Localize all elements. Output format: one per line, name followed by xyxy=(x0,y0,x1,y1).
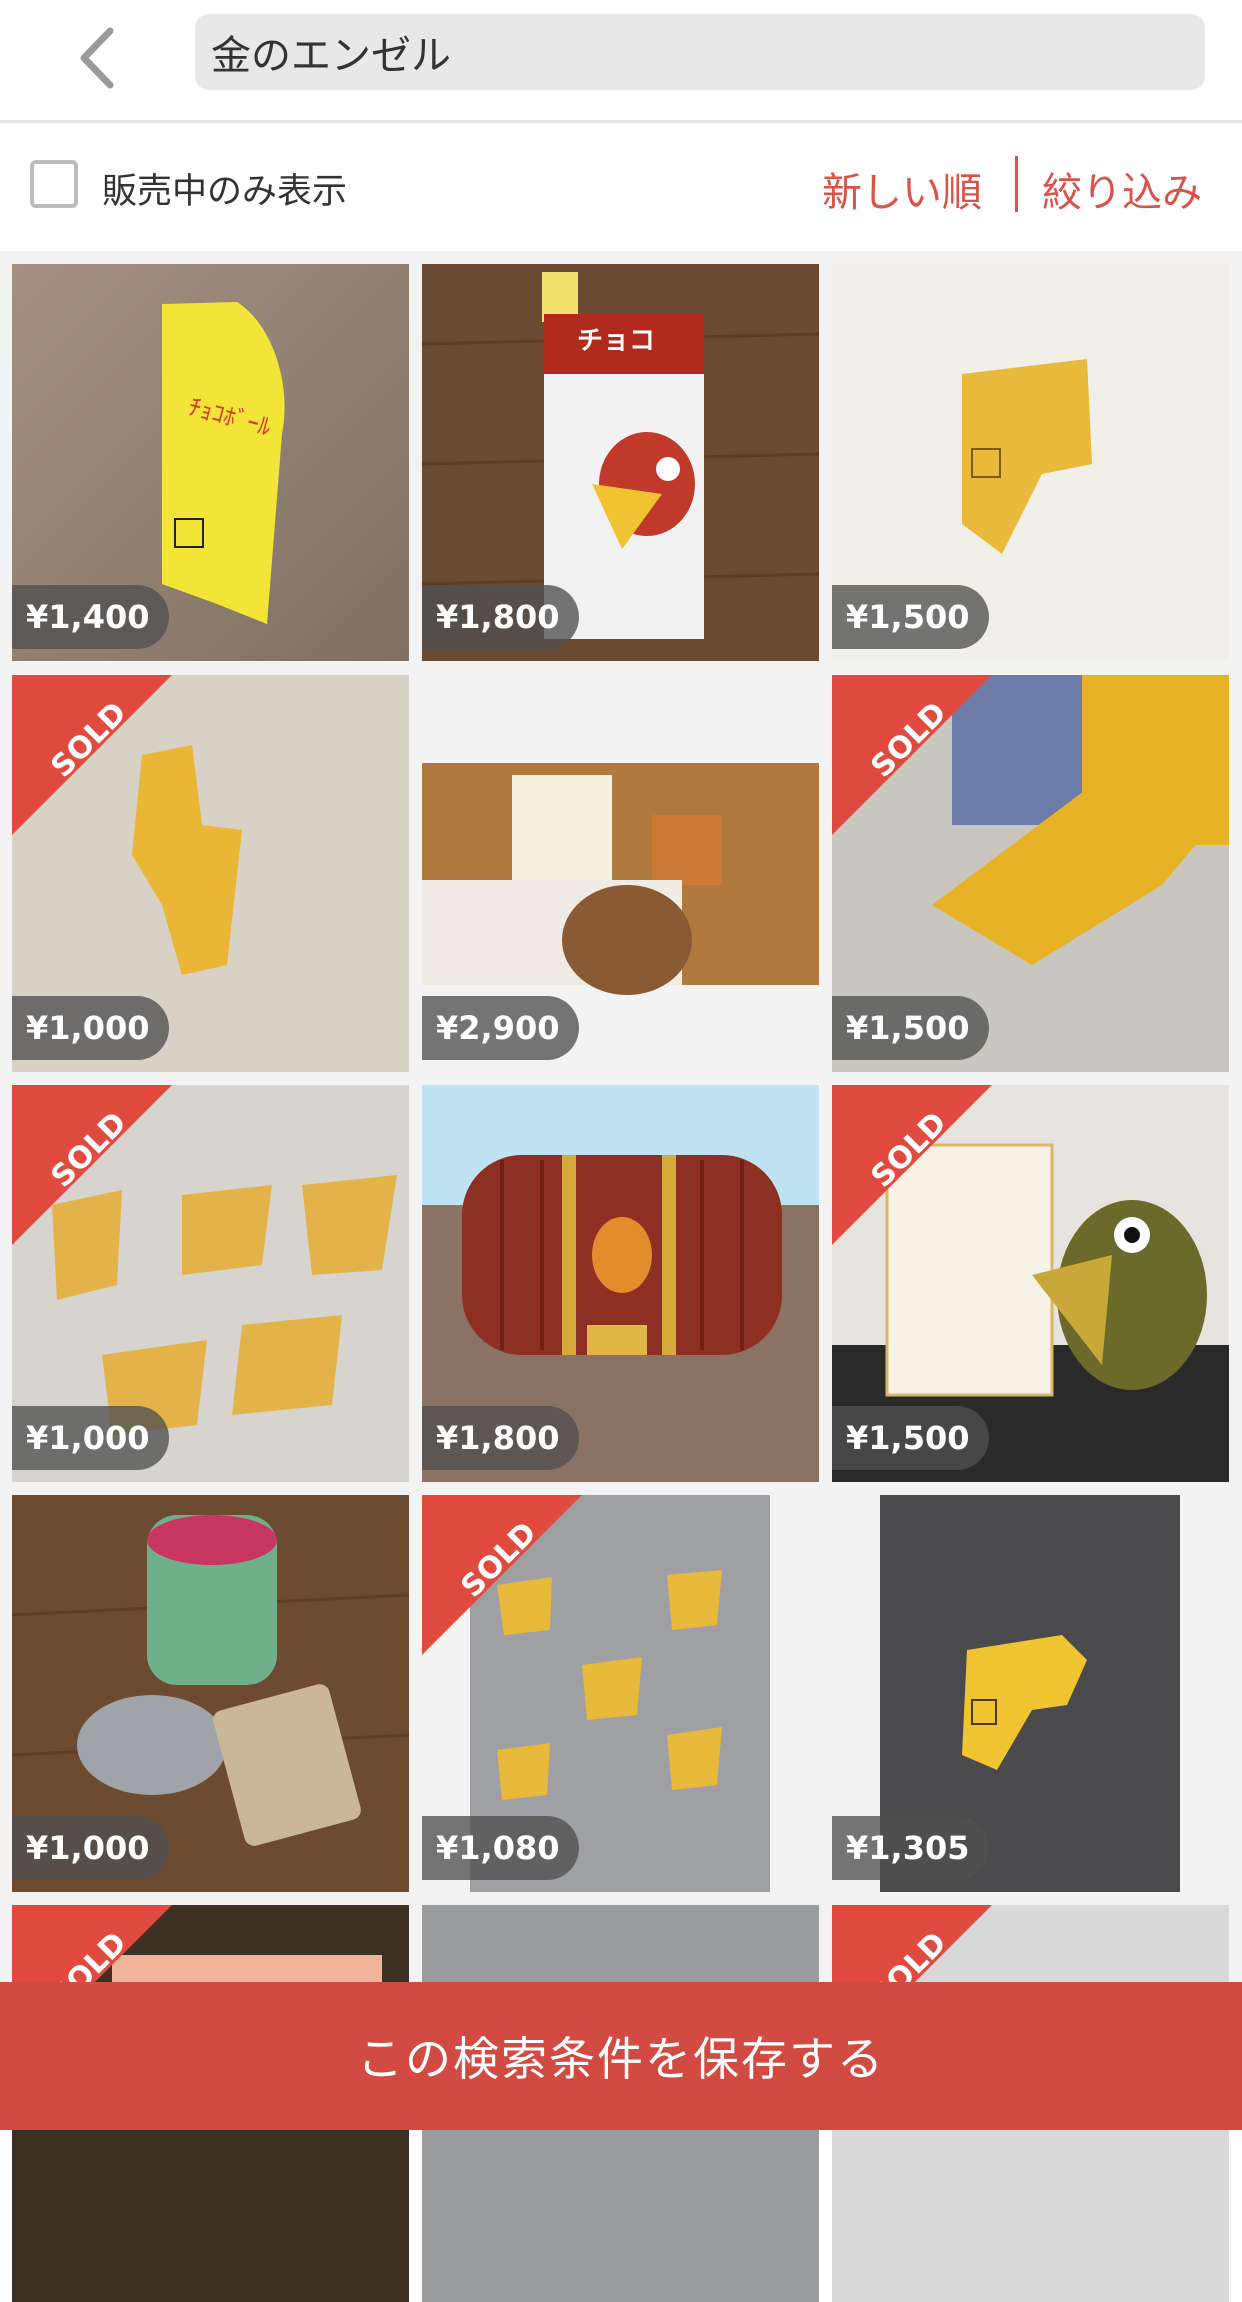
chevron-left-icon xyxy=(80,27,114,89)
on-sale-only-checkbox[interactable] xyxy=(30,160,78,208)
price-text: ¥1,800 xyxy=(436,598,560,636)
save-search-label: この検索条件を保存する xyxy=(357,2032,885,2086)
product-tile[interactable]: ﾁｮｺﾎﾞｰﾙ ¥1,400 xyxy=(12,264,409,661)
search-query: 金のエンゼル xyxy=(211,33,451,79)
refine-filter-link[interactable]: 絞り込み xyxy=(1042,160,1202,218)
sold-ribbon: SOLD xyxy=(12,675,172,835)
price-text: ¥1,400 xyxy=(26,598,150,636)
save-search-button[interactable]: この検索条件を保存する xyxy=(0,1982,1242,2130)
sold-ribbon: SOLD xyxy=(832,675,992,835)
price-tag: ¥2,900 xyxy=(422,996,580,1060)
sort-newest-link[interactable]: 新しい順 xyxy=(822,160,982,218)
product-tile[interactable]: SOLD ¥1,500 xyxy=(832,675,1229,1072)
price-tag: ¥1,800 xyxy=(422,585,580,649)
top-bar: 金のエンゼル xyxy=(0,0,1242,123)
price-tag: ¥1,800 xyxy=(422,1406,580,1470)
product-tile[interactable]: SOLD ¥1,080 xyxy=(422,1495,819,1892)
back-button[interactable] xyxy=(62,18,132,98)
product-tile[interactable]: ¥1,500 xyxy=(832,264,1229,661)
product-tile[interactable]: SOLD ¥1,000 xyxy=(12,675,409,1072)
price-tag: ¥1,400 xyxy=(12,585,170,649)
product-tile[interactable]: ¥1,305 xyxy=(832,1495,1229,1892)
price-text: ¥1,500 xyxy=(846,598,970,636)
price-text: ¥1,000 xyxy=(26,1419,150,1457)
sold-ribbon: SOLD xyxy=(832,1085,992,1245)
price-tag: ¥1,000 xyxy=(12,1816,170,1880)
filter-divider xyxy=(1015,156,1018,212)
svg-text:チョコ: チョコ xyxy=(577,326,655,356)
price-tag: ¥1,500 xyxy=(832,1406,990,1470)
search-input[interactable]: 金のエンゼル xyxy=(195,14,1205,90)
sold-ribbon: SOLD xyxy=(12,1085,172,1245)
price-text: ¥1,305 xyxy=(846,1829,970,1867)
price-text: ¥2,900 xyxy=(436,1009,560,1047)
price-text: ¥1,500 xyxy=(846,1419,970,1457)
product-tile[interactable]: SOLD ¥1,500 xyxy=(832,1085,1229,1482)
product-tile[interactable]: ¥1,000 xyxy=(12,1495,409,1892)
product-tile[interactable]: ¥2,900 xyxy=(422,675,819,1072)
product-tile[interactable]: ¥1,800 xyxy=(422,1085,819,1482)
price-text: ¥1,000 xyxy=(26,1009,150,1047)
price-text: ¥1,500 xyxy=(846,1009,970,1047)
product-tile[interactable]: チョコ ¥1,800 xyxy=(422,264,819,661)
price-text: ¥1,800 xyxy=(436,1419,560,1457)
price-text: ¥1,080 xyxy=(436,1829,560,1867)
price-tag: ¥1,500 xyxy=(832,996,990,1060)
price-tag: ¥1,500 xyxy=(832,585,990,649)
price-tag: ¥1,080 xyxy=(422,1816,580,1880)
sold-ribbon: SOLD xyxy=(422,1495,582,1655)
filter-bar: 販売中のみ表示 新しい順 絞り込み xyxy=(0,123,1242,251)
product-tile[interactable]: SOLD ¥1,000 xyxy=(12,1085,409,1482)
price-tag: ¥1,305 xyxy=(832,1816,990,1880)
on-sale-only-label[interactable]: 販売中のみ表示 xyxy=(102,163,347,214)
price-tag: ¥1,000 xyxy=(12,996,170,1060)
price-tag: ¥1,000 xyxy=(12,1406,170,1470)
price-text: ¥1,000 xyxy=(26,1829,150,1867)
